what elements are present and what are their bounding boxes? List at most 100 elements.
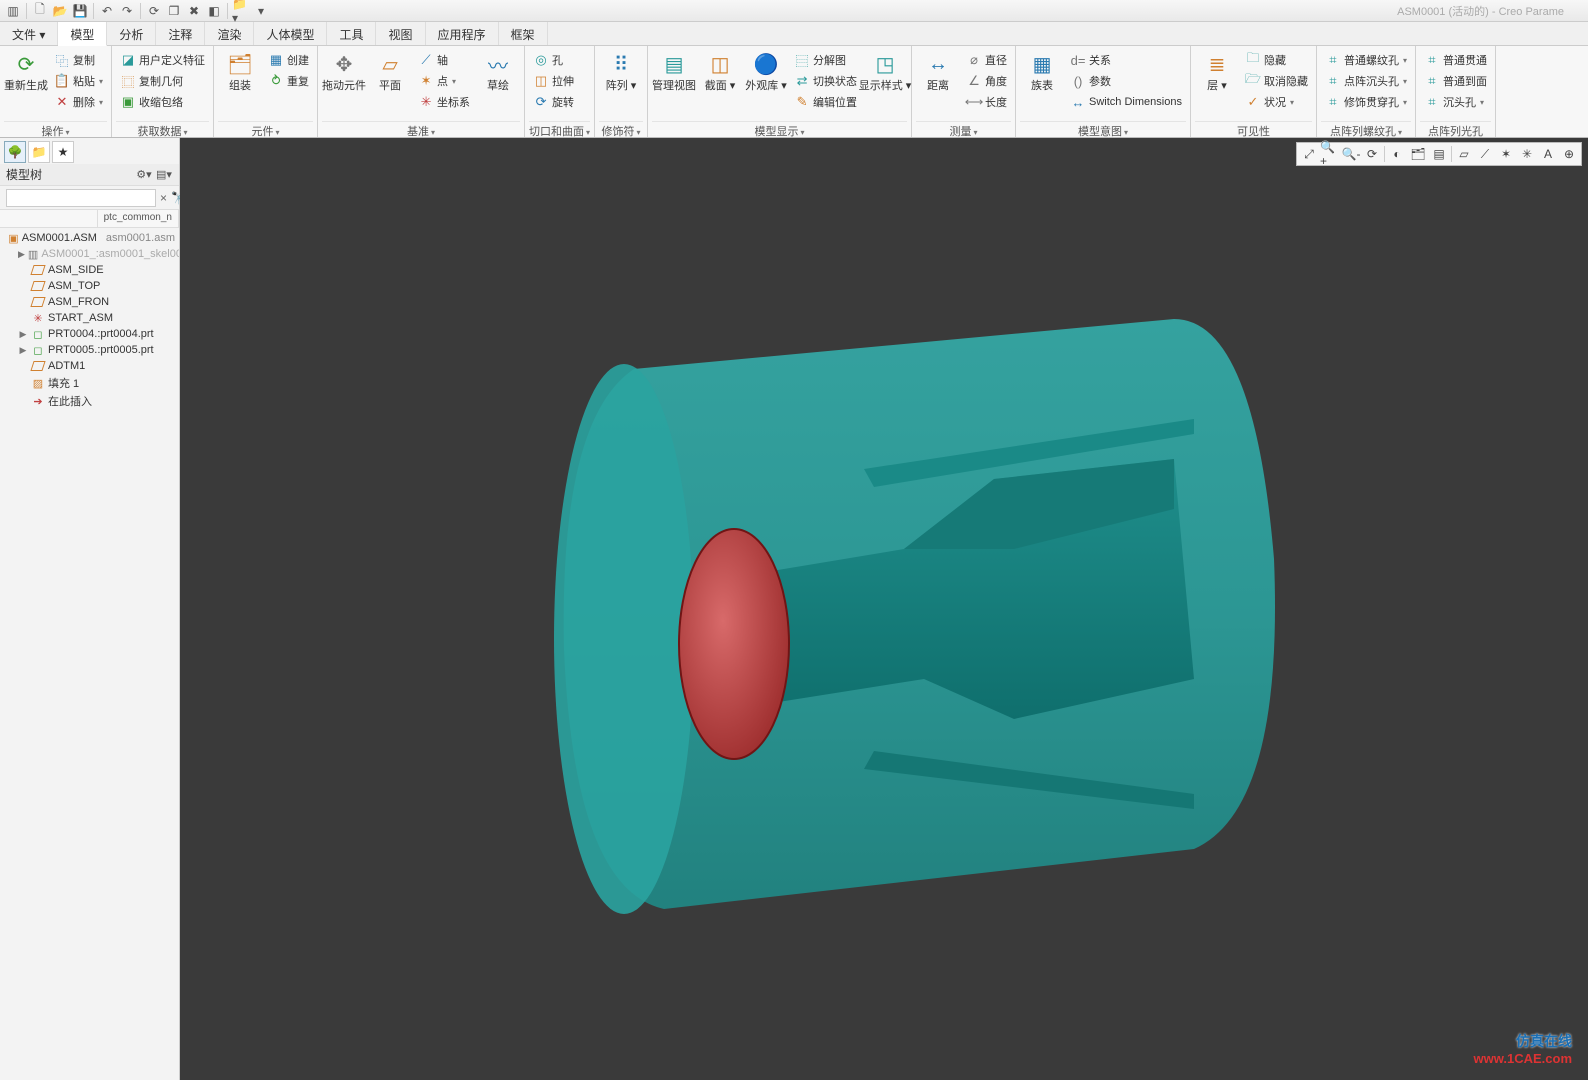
tab-annotate[interactable]: 注释 xyxy=(156,22,205,45)
datum-axis-toggle-icon[interactable]: ⟋ xyxy=(1475,144,1495,164)
thru-hole-button[interactable]: ⌗修饰贯穿孔▾ xyxy=(1321,92,1411,112)
shade-icon[interactable]: ◐ xyxy=(1387,144,1407,164)
annotation-toggle-icon[interactable]: A xyxy=(1538,144,1558,164)
redo-icon[interactable]: ↷ xyxy=(118,2,136,20)
3d-viewport[interactable]: ⤢ 🔍+ 🔍- ⟳ ◐ 🗂 ▤ ▱ ⟋ ✶ ✳ A ⊕ xyxy=(180,138,1588,1080)
undo-icon[interactable]: ↶ xyxy=(98,2,116,20)
edit-position-button[interactable]: ✎编辑位置 xyxy=(790,92,861,112)
switch-dims-button[interactable]: ↔Switch Dimensions xyxy=(1066,92,1186,112)
folder-tab[interactable]: 📁 xyxy=(28,141,50,163)
new-icon[interactable]: 🗋 xyxy=(31,2,49,20)
tab-applications[interactable]: 应用程序 xyxy=(426,22,499,45)
close-window-icon[interactable]: ✖ xyxy=(185,2,203,20)
point-button[interactable]: ✶点▾ xyxy=(414,71,474,91)
tree-node[interactable]: ➔在此插入 xyxy=(0,392,179,410)
revolve-button[interactable]: ⟳旋转 xyxy=(529,92,578,112)
refit-icon[interactable]: ⤢ xyxy=(1299,144,1319,164)
spin-center-icon[interactable]: ⊕ xyxy=(1559,144,1579,164)
tree-node[interactable]: ✳START_ASM xyxy=(0,310,179,326)
thread-hole-button[interactable]: ⌗普通螺纹孔▾ xyxy=(1321,50,1411,70)
csys-button[interactable]: ✳坐标系 xyxy=(414,92,474,112)
tree-settings-icon[interactable]: ⚙▾ xyxy=(135,166,153,184)
tree-node[interactable]: ▶◻PRT0004.:prt0004.prt xyxy=(0,326,179,342)
datum-point-toggle-icon[interactable]: ✶ xyxy=(1496,144,1516,164)
model-tree[interactable]: ▣ASM0001.ASMasm0001.asm▶▥ASM0001_:asm000… xyxy=(0,228,179,1080)
layers-button[interactable]: ≣层 ▾ xyxy=(1195,48,1239,94)
display-style-button[interactable]: ◳显示样式 ▾ xyxy=(863,48,907,94)
tab-tools[interactable]: 工具 xyxy=(327,22,376,45)
angle-button[interactable]: ∠角度 xyxy=(962,71,1011,91)
paste-button[interactable]: 📋粘贴▾ xyxy=(50,71,107,91)
length-button[interactable]: ⟷长度 xyxy=(962,92,1011,112)
plane-button[interactable]: ▱平面 xyxy=(368,48,412,94)
search-input[interactable] xyxy=(6,189,156,207)
tree-node[interactable]: ASM_SIDE xyxy=(0,262,179,278)
copy-geom-button[interactable]: ⿴复制几何 xyxy=(116,71,209,91)
tab-analysis[interactable]: 分析 xyxy=(107,22,156,45)
view-manager-icon[interactable]: ▤ xyxy=(1429,144,1449,164)
app-icon[interactable]: ▥ xyxy=(4,2,22,20)
drag-component-button[interactable]: ✥拖动元件 xyxy=(322,48,366,94)
family-table-button[interactable]: ▦族表 xyxy=(1020,48,1064,94)
tree-show-icon[interactable]: ▤▾ xyxy=(155,166,173,184)
extrude-button[interactable]: ◫拉伸 xyxy=(529,71,578,91)
pattern-button[interactable]: ⠿阵列 ▾ xyxy=(599,48,643,94)
diameter-button[interactable]: ⌀直径 xyxy=(962,50,1011,70)
shrinkwrap-button[interactable]: ▣收缩包络 xyxy=(116,92,209,112)
counterbore-button[interactable]: ⌗点阵沉头孔▾ xyxy=(1321,71,1411,91)
tab-view[interactable]: 视图 xyxy=(376,22,425,45)
explode-button[interactable]: ⿳分解图 xyxy=(790,50,861,70)
delete-button[interactable]: ✕删除▾ xyxy=(50,92,107,112)
csk-button[interactable]: ⌗沉头孔▾ xyxy=(1420,92,1491,112)
plain-toface-button[interactable]: ⌗普通到面 xyxy=(1420,71,1491,91)
tab-file[interactable]: 文件 ▾ xyxy=(0,22,58,45)
tree-node[interactable]: ▶◻PRT0005.:prt0005.prt xyxy=(0,342,179,358)
tab-framework[interactable]: 框架 xyxy=(499,22,548,45)
clear-icon[interactable]: × xyxy=(160,190,167,206)
repeat-button[interactable]: ⥁重复 xyxy=(264,71,313,91)
relations-button[interactable]: d=关系 xyxy=(1066,50,1186,70)
sketch-button[interactable]: 〰草绘 xyxy=(476,48,520,94)
repaint-icon[interactable]: ⟳ xyxy=(1362,144,1382,164)
tab-manikin[interactable]: 人体模型 xyxy=(254,22,327,45)
tree-node[interactable]: ADTM1 xyxy=(0,358,179,374)
manage-views-button[interactable]: ▤管理视图 xyxy=(652,48,696,94)
favorites-tab[interactable]: ★ xyxy=(52,141,74,163)
parameters-button[interactable]: ()参数 xyxy=(1066,71,1186,91)
copy-button[interactable]: ⿻复制 xyxy=(50,50,107,70)
qat-customize-icon[interactable]: ▾ xyxy=(252,2,270,20)
udf-button[interactable]: ◪用户定义特征 xyxy=(116,50,209,70)
tree-node[interactable]: ▶▥ASM0001_:asm0001_skel000 xyxy=(0,246,179,262)
tree-node[interactable]: ▨填充 1 xyxy=(0,374,179,392)
axis-button[interactable]: ⟋轴 xyxy=(414,50,474,70)
open-icon[interactable]: 📂 xyxy=(51,2,69,20)
section-button[interactable]: ◫截面 ▾ xyxy=(698,48,742,94)
csys-toggle-icon[interactable]: ✳ xyxy=(1517,144,1537,164)
plain-thru-button[interactable]: ⌗普通贯通 xyxy=(1420,50,1491,70)
tab-model[interactable]: 模型 xyxy=(58,22,107,46)
tab-render[interactable]: 渲染 xyxy=(205,22,254,45)
saved-views-icon[interactable]: 🗂 xyxy=(1408,144,1428,164)
assemble-button[interactable]: 🗂组装 xyxy=(218,48,262,94)
windows-icon[interactable]: ❐ xyxy=(165,2,183,20)
distance-button[interactable]: ↔距离 xyxy=(916,48,960,94)
create-button[interactable]: ▦创建 xyxy=(264,50,313,70)
zoom-out-icon[interactable]: 🔍- xyxy=(1341,144,1361,164)
appearance-button[interactable]: 🔵外观库 ▾ xyxy=(744,48,788,94)
save-icon[interactable]: 💾 xyxy=(71,2,89,20)
hole-button[interactable]: ◎孔 xyxy=(529,50,578,70)
tree-node[interactable]: ASM_FRON xyxy=(0,294,179,310)
toggle-state-button[interactable]: ⇄切换状态 xyxy=(790,71,861,91)
unhide-button[interactable]: 🗁取消隐藏 xyxy=(1241,71,1312,91)
datum-plane-toggle-icon[interactable]: ▱ xyxy=(1454,144,1474,164)
zoom-in-icon[interactable]: 🔍+ xyxy=(1320,144,1340,164)
regenerate-button[interactable]: ⟳重新生成 xyxy=(4,48,48,94)
tree-tab[interactable]: 🌳 xyxy=(4,141,26,163)
folder-icon[interactable]: 📁▾ xyxy=(232,2,250,20)
settings-icon[interactable]: ◧ xyxy=(205,2,223,20)
status-button[interactable]: ✓状况▾ xyxy=(1241,92,1312,112)
regenerate-icon[interactable]: ⟳ xyxy=(145,2,163,20)
tree-node[interactable]: ASM_TOP xyxy=(0,278,179,294)
hide-button[interactable]: 🗀隐藏 xyxy=(1241,50,1312,70)
tree-node[interactable]: ▣ASM0001.ASMasm0001.asm xyxy=(0,230,179,246)
